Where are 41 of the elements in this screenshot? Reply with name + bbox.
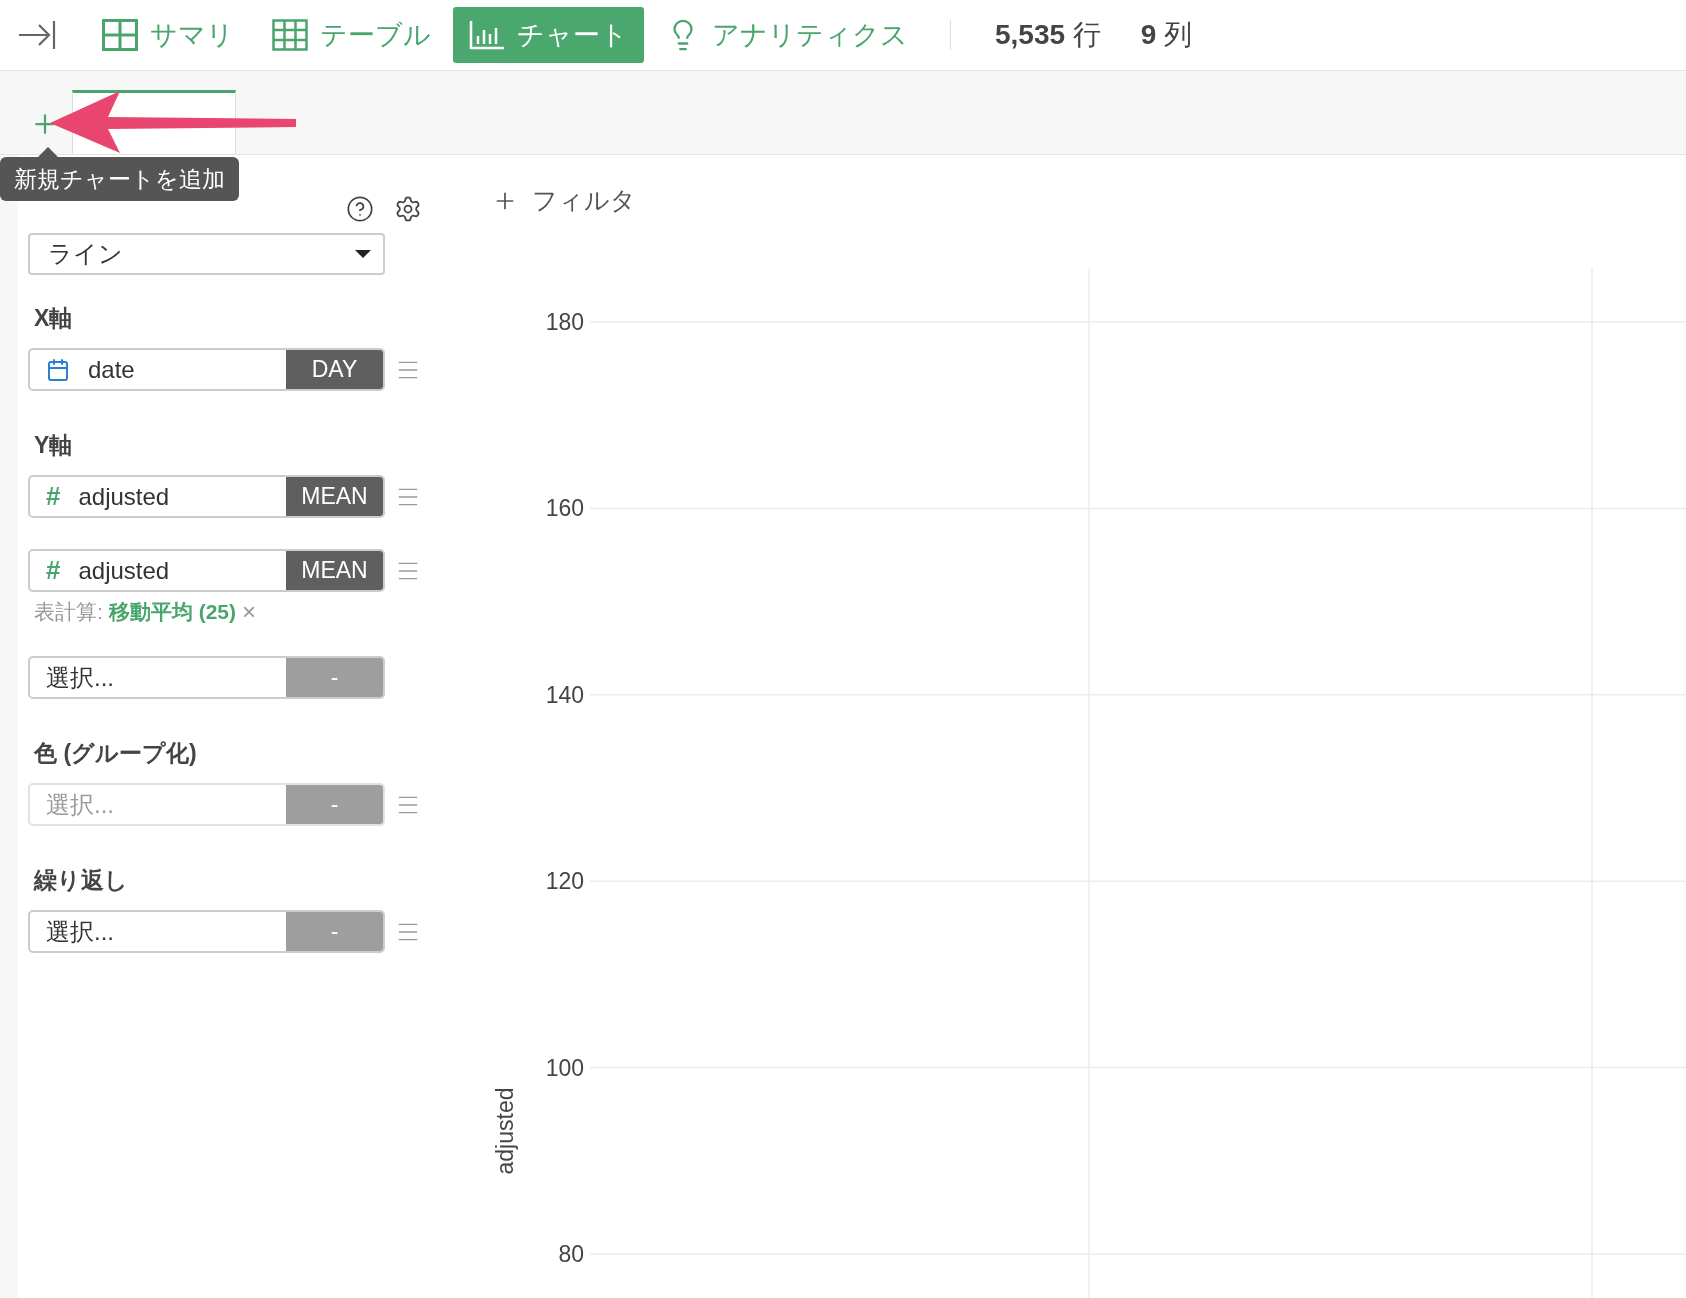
aggregation-button[interactable]: MEAN [286,477,383,516]
bar-chart-icon [469,20,505,50]
aggregation-button[interactable]: MEAN [286,551,383,590]
y-tick-label: 180 [545,309,584,335]
field-selector[interactable]: 選択... - [28,910,385,953]
collapse-sidebar-icon[interactable] [18,20,56,50]
help-icon[interactable] [346,195,374,223]
field-name: 選択... [46,662,114,693]
field-selector[interactable]: date DAY [28,348,385,391]
section-label: 色 (グループ化) [34,739,198,768]
y-tick-label: 80 [558,1241,584,1267]
field-name: date [88,355,135,384]
aggregation-button[interactable]: DAY [286,350,383,389]
count-label: 5,535 行 [995,18,1101,52]
calendar-icon [46,357,70,382]
tooltip: 新規チャートを追加 [0,157,239,201]
field-selector[interactable]: # adjusted MEAN [28,549,385,592]
field-name: adjusted [78,482,170,511]
field-selector[interactable]: 選択... - [28,656,385,699]
filter-button[interactable]: フィルタ [486,183,642,218]
section-label: Y軸 [34,431,74,460]
settings-icon[interactable] [394,195,422,223]
field-selector[interactable]: # adjusted MEAN [28,475,385,518]
y-tick-label: 100 [545,1054,584,1081]
field-name: adjusted [78,556,170,585]
chart-type-select[interactable]: ライン [28,233,385,275]
table-icon [272,19,308,51]
y-tick-label: 140 [545,681,584,708]
grid-icon [102,19,138,51]
y-axis-title: adjusted [492,1087,518,1175]
y-tick-label: 120 [545,868,584,895]
hash-icon: # [46,555,61,586]
section-label: 繰り返し [34,866,129,895]
hash-icon: # [46,481,61,512]
field-name: 選択... [46,916,114,947]
calc-label: 表計算: [34,599,103,625]
count-label: 9 列 [1140,18,1193,52]
field-placeholder: 選択... [46,789,114,820]
caret-icon [355,250,371,258]
y-tick-label: 160 [545,495,584,522]
section-label: X軸 [34,304,74,333]
